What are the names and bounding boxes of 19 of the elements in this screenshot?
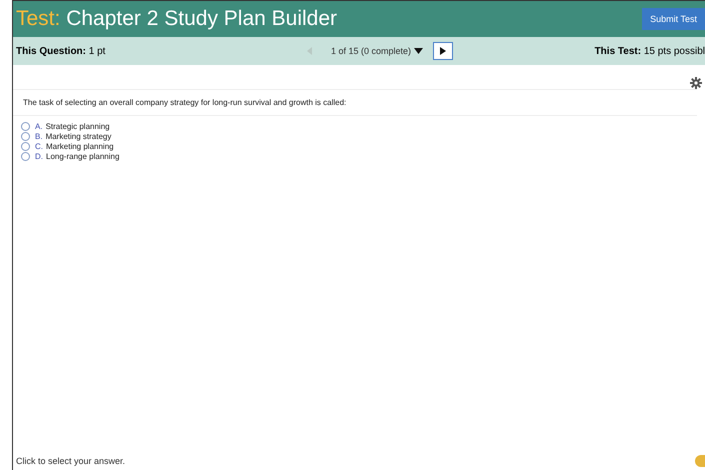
status-hint: Click to select your answer. xyxy=(16,456,126,466)
question-dropdown[interactable]: 1 of 15 (0 complete) xyxy=(325,45,430,57)
test-points: This Test: 15 pts possibl xyxy=(594,46,705,56)
radio-button[interactable] xyxy=(21,142,30,151)
answer-option[interactable]: C. Marketing planning xyxy=(21,142,114,151)
question-text: The task of selecting an overall company strategy for long-run survival and growth is called: xyxy=(22,97,348,109)
caret-icon xyxy=(414,48,424,54)
test-title: Test: Chapter 2 Study Plan Builder xyxy=(16,7,338,31)
answer-option[interactable]: B. Marketing strategy xyxy=(21,132,112,141)
next-button[interactable] xyxy=(433,42,454,60)
settings-icon[interactable] xyxy=(690,77,702,89)
next-icon xyxy=(440,47,446,55)
radio-button[interactable] xyxy=(21,132,30,141)
answer-option[interactable]: A. Strategic planning xyxy=(21,122,110,131)
question-points: This Question: 1 pt xyxy=(16,46,106,56)
radio-button[interactable] xyxy=(21,152,30,161)
radio-button[interactable] xyxy=(21,122,30,131)
submit-test-button[interactable]: Submit Test xyxy=(642,8,705,30)
answer-option[interactable]: D. Long-range planning xyxy=(21,152,120,161)
